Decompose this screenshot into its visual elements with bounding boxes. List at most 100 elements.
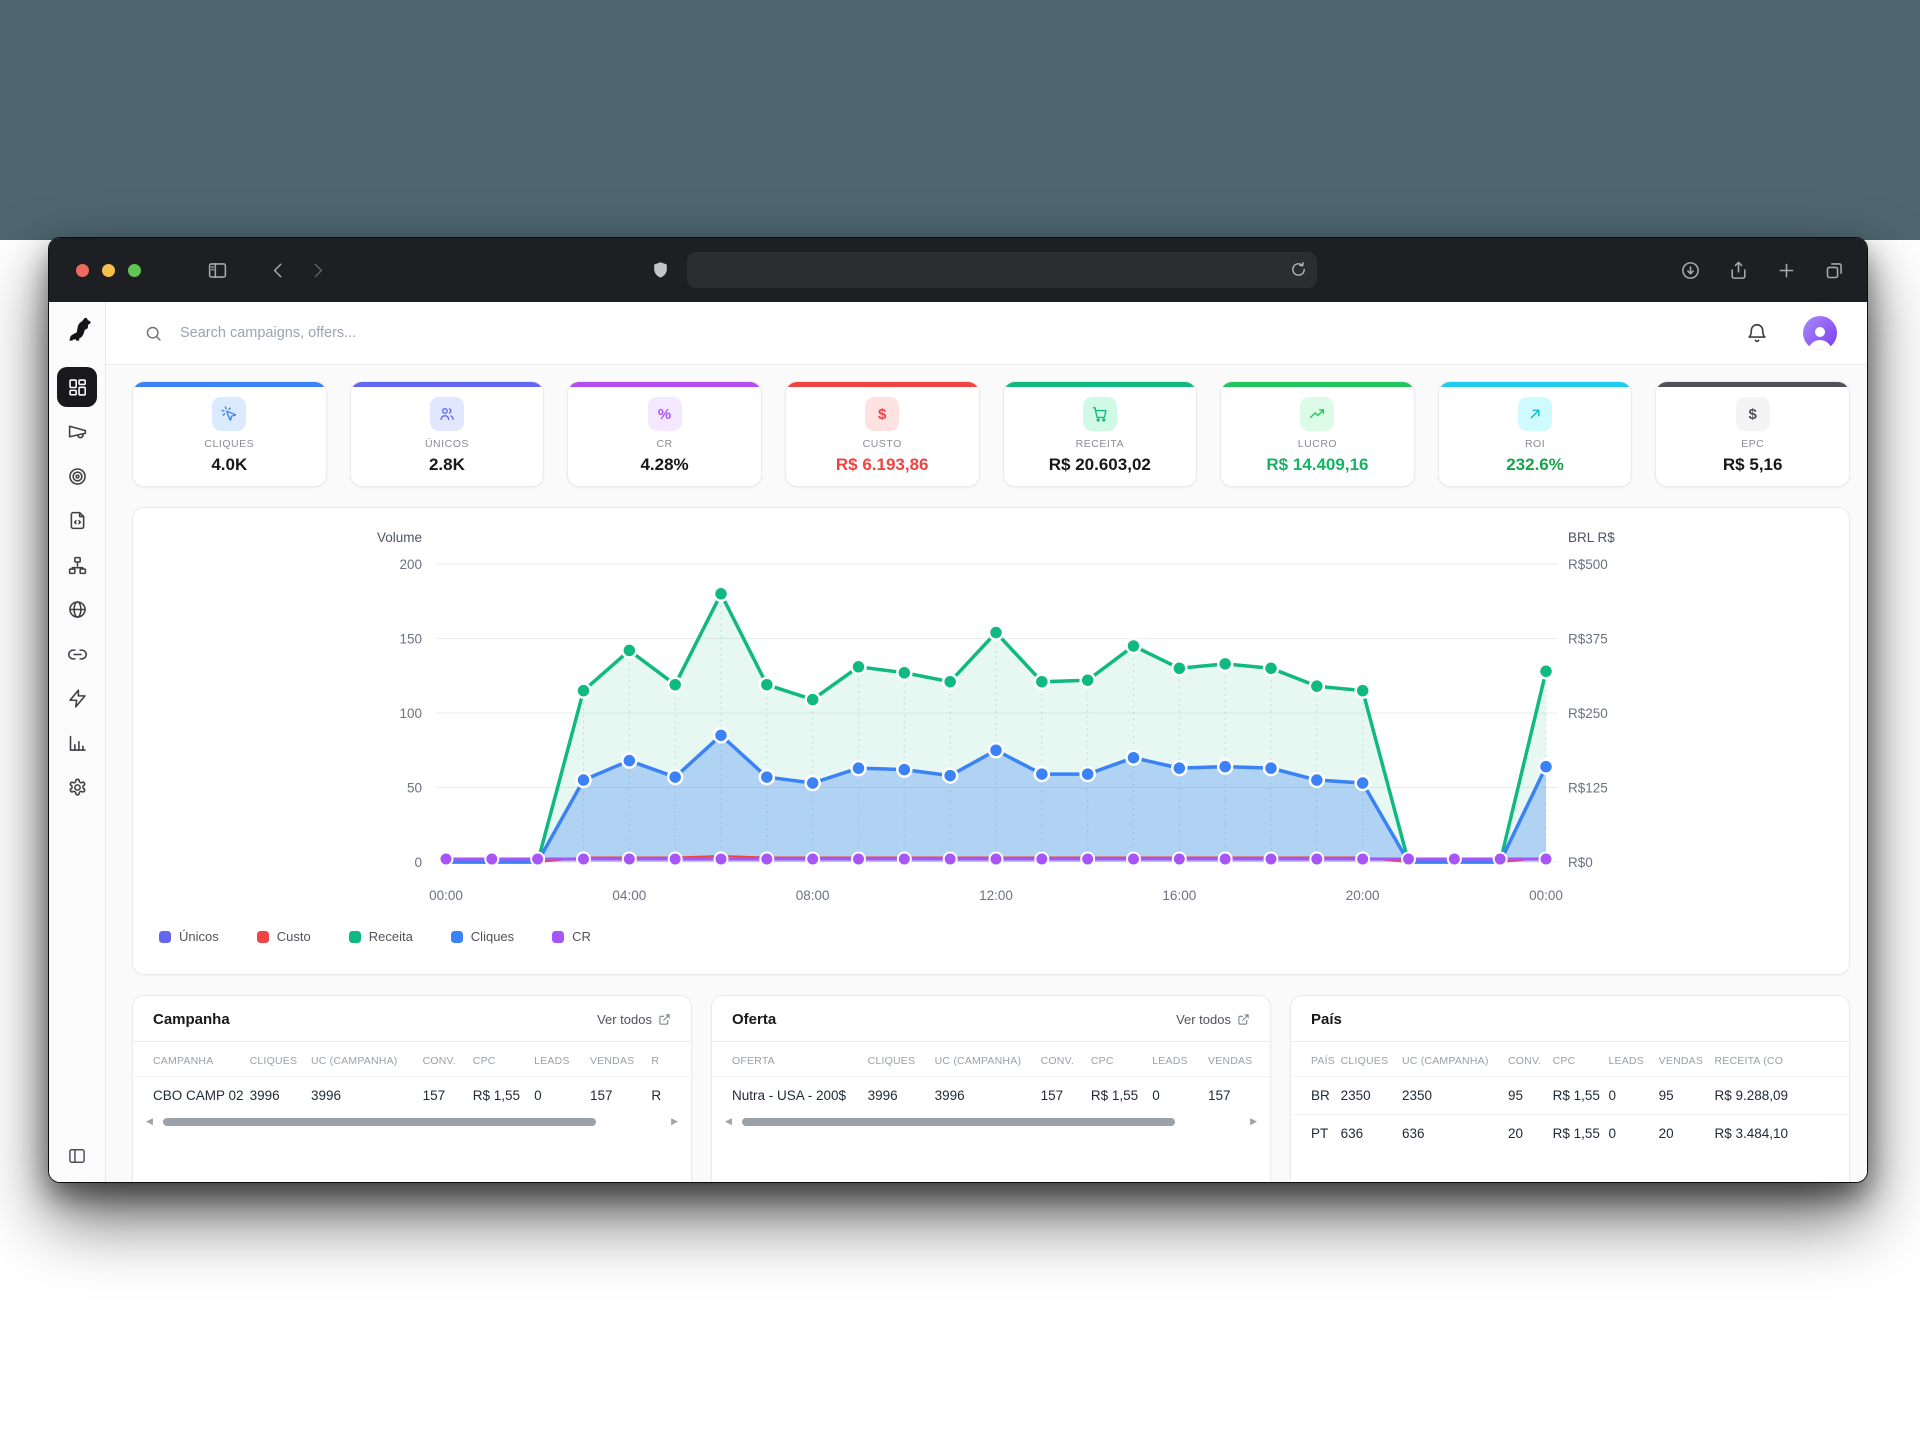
table-cell: 3996 [245,1077,306,1115]
table-title: Oferta [732,1011,776,1028]
data-table: CAMPANHACLIQUESUC (CAMPANHA)CONV.CPCLEAD… [133,1042,691,1114]
forward-icon[interactable] [307,260,328,281]
bar-chart-icon [67,733,88,754]
browser-titlebar [49,238,1867,302]
legend-item-cliques[interactable]: Cliques [451,929,514,944]
legend-swatch [257,931,269,943]
kpi-accent-strip [1656,382,1849,387]
table-cell: 157 [1203,1077,1270,1115]
trending-up-icon [1300,397,1334,431]
download-icon[interactable] [1680,260,1701,281]
table-cell: 2350 [1336,1077,1397,1115]
svg-text:0: 0 [414,855,422,870]
column-header: CLIQUES [1336,1042,1397,1077]
scroll-track[interactable] [160,1118,664,1126]
arrow-up-right-icon [1518,397,1552,431]
legend-item-receita[interactable]: Receita [349,929,413,944]
kpi-card-epc: $EPCR$ 5,16 [1655,381,1850,487]
kpi-value: 2.8K [351,455,544,475]
kpi-accent-strip [1221,382,1414,387]
address-bar[interactable] [687,252,1317,288]
scroll-right-arrow[interactable]: ▶ [671,1117,678,1126]
minimize-window-button[interactable] [102,264,115,277]
kpi-row: CLIQUES4.0KÚNICOS2.8K%CR4.28%$CUSTOR$ 6.… [132,381,1850,487]
back-icon[interactable] [268,260,289,281]
main-area: CLIQUES4.0KÚNICOS2.8K%CR4.28%$CUSTOR$ 6.… [106,302,1867,1182]
kpi-card-únicos: ÚNICOS2.8K [350,381,545,487]
svg-text:R$125: R$125 [1568,781,1608,796]
sidebar-item-funnels[interactable] [57,545,97,585]
legend-item-únicos[interactable]: Únicos [159,929,219,944]
ver-todos-link[interactable]: Ver todos [1176,1012,1250,1027]
svg-text:R$0: R$0 [1568,855,1593,870]
close-window-button[interactable] [76,264,89,277]
scroll-thumb[interactable] [742,1118,1176,1126]
ver-todos-link[interactable]: Ver todos [597,1012,671,1027]
scroll-left-arrow[interactable]: ◀ [146,1117,153,1126]
scroll-track[interactable] [739,1118,1243,1126]
scroll-left-arrow[interactable]: ◀ [725,1117,732,1126]
volume-chart: 200R$500150R$375100R$25050R$1250R$0Volum… [151,522,1831,920]
share-icon[interactable] [1728,260,1749,281]
avatar[interactable] [1803,316,1837,350]
table-cell: 20 [1503,1115,1548,1153]
external-link-icon [658,1013,671,1026]
table-cell: R$ 1,55 [1548,1115,1604,1153]
table-cell: 3996 [863,1077,930,1115]
svg-text:R$500: R$500 [1568,557,1608,572]
column-header: LEADS [1603,1042,1653,1077]
kpi-accent-strip [351,382,544,387]
scroll-thumb[interactable] [163,1118,597,1126]
column-header: CONV. [418,1042,468,1077]
column-header: VENDAS [585,1042,646,1077]
sidebar-item-campaigns[interactable] [57,412,97,452]
svg-text:R$375: R$375 [1568,632,1608,647]
panel-left-icon[interactable] [49,1146,105,1166]
sidebar-item-domains[interactable] [57,590,97,630]
svg-text:R$250: R$250 [1568,706,1608,721]
svg-text:12:00: 12:00 [979,888,1013,903]
new-tab-icon[interactable] [1776,260,1797,281]
kpi-label: CR [568,438,761,450]
table-cell: 0 [1603,1115,1653,1153]
table-cell: R$ 1,55 [1548,1077,1604,1115]
chart-legend: Únicos Custo Receita Cliques CR [151,920,1831,944]
legend-item-custo[interactable]: Custo [257,929,311,944]
dog-logo-icon[interactable] [63,316,91,344]
scroll-right-arrow[interactable]: ▶ [1250,1117,1257,1126]
shield-icon[interactable] [650,260,671,281]
sidebar-item-reports[interactable] [57,723,97,763]
kpi-label: RECEITA [1004,438,1197,450]
external-link-icon [1237,1013,1250,1026]
kpi-card-roi: ROI232.6% [1438,381,1633,487]
target-icon [67,466,88,487]
tab-overview-icon[interactable] [1824,260,1845,281]
table-card-país: PaísPAÍSCLIQUESUC (CAMPANHA)CONV.CPCLEAD… [1290,995,1850,1182]
kpi-accent-strip [568,382,761,387]
sidebar-item-dashboard[interactable] [57,367,97,407]
sidebar-item-automations[interactable] [57,679,97,719]
zoom-window-button[interactable] [128,264,141,277]
table-cell: 2350 [1397,1077,1503,1115]
sidebar-item-landing-pages[interactable] [57,501,97,541]
gear-icon [67,777,88,798]
zap-icon [67,688,88,709]
kpi-label: LUCRO [1221,438,1414,450]
legend-item-cr[interactable]: CR [552,929,591,944]
search-input[interactable] [178,324,1731,342]
kpi-accent-strip [1439,382,1632,387]
table-cell: 20 [1654,1115,1710,1153]
kpi-label: CUSTO [786,438,979,450]
bell-icon[interactable] [1746,322,1768,344]
reload-icon[interactable] [1289,260,1308,279]
link-icon [67,644,88,665]
network-icon [67,555,88,576]
sidebar-item-settings[interactable] [57,768,97,808]
svg-text:Volume: Volume [377,530,422,545]
sidebar-item-offers[interactable] [57,456,97,496]
column-header: LEADS [1147,1042,1203,1077]
sidebar-toggle-icon[interactable] [207,260,228,281]
sidebar-item-links[interactable] [57,634,97,674]
legend-swatch [159,931,171,943]
table-cell: R$ 3.484,10 [1709,1115,1849,1153]
